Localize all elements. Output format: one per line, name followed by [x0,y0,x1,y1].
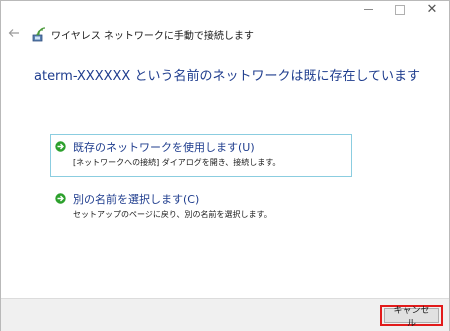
minimize-button[interactable] [353,1,383,18]
green-arrow-icon [55,193,66,204]
minimize-icon [363,9,373,10]
close-button[interactable]: ✕ [417,1,447,18]
green-arrow-icon [55,141,66,152]
use-existing-network-option[interactable]: 既存のネットワークを使用します(U) [ネットワークへの接続] ダイアログを開き… [50,134,352,177]
cancel-button[interactable]: キャンセル [384,306,439,329]
title-bar: ✕ [1,1,449,19]
wireless-network-icon [32,27,46,42]
dialog-window: ✕ ワイヤレス ネットワークに手動で接続します aterm-XXXXXX という… [0,0,450,331]
choose-different-name-option[interactable]: 別の名前を選択します(C) セットアップのページに戻り、別の名前を選択します。 [50,186,352,229]
option-description: セットアップのページに戻り、別の名前を選択します。 [73,210,272,219]
maximize-icon [395,4,405,15]
header-title: ワイヤレス ネットワークに手動で接続します [51,31,254,42]
option-description: [ネットワークへの接続] ダイアログを開き、接続します。 [73,158,281,167]
back-button[interactable] [7,26,21,40]
wizard-header: ワイヤレス ネットワークに手動で接続します [1,25,449,43]
main-heading: aterm-XXXXXX という名前のネットワークは既に存在しています [34,69,421,84]
maximize-button[interactable] [385,1,415,18]
dialog-footer: キャンセル [1,298,449,331]
option-title: 既存のネットワークを使用します(U) [73,141,255,154]
close-icon: ✕ [426,2,438,17]
option-title: 別の名前を選択します(C) [73,193,200,206]
back-arrow-icon [8,29,19,37]
